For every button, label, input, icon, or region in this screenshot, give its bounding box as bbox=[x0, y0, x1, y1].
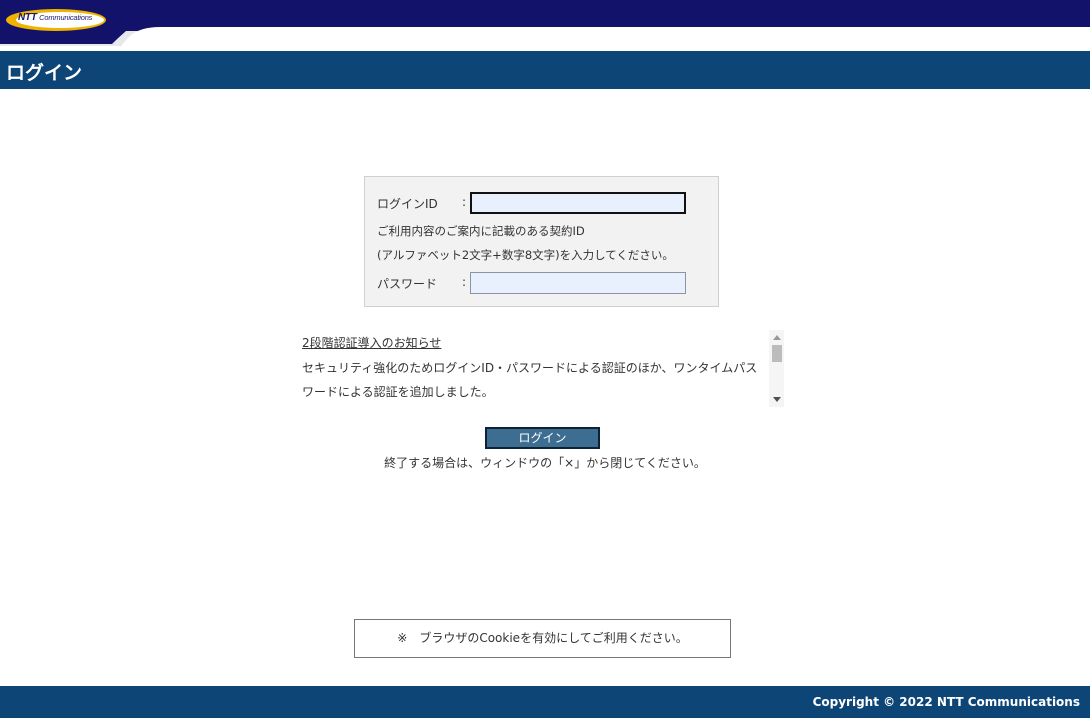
exit-instruction: 終了する場合は、ウィンドウの「×」から閉じてください。 bbox=[384, 456, 706, 470]
brand-banner-graphic bbox=[0, 0, 1090, 46]
login-id-label: ログインID bbox=[377, 197, 438, 211]
login-id-input[interactable] bbox=[470, 192, 686, 214]
page-title: ログイン bbox=[6, 62, 83, 84]
notice-body-text: セキュリティ強化のためログインID・パスワードによる認証のほか、ワンタイムパスワ… bbox=[302, 361, 758, 399]
scroll-up-arrow-icon[interactable] bbox=[773, 335, 781, 340]
login-id-help-line1: ご利用内容のご案内に記載のある契約ID bbox=[377, 224, 585, 238]
notice-panel[interactable]: 2段階認証導入のお知らせ セキュリティ強化のためログインID・パスワードによる認… bbox=[301, 330, 784, 407]
footer: Copyright © 2022 NTT Communications bbox=[0, 686, 1090, 718]
copyright-text: Copyright © 2022 NTT Communications bbox=[812, 695, 1080, 709]
top-brand-bar: NTT Communications bbox=[0, 0, 1090, 50]
login-button[interactable]: ログイン bbox=[485, 427, 600, 449]
password-label: パスワード bbox=[377, 277, 438, 291]
logo-communications-text: Communications bbox=[39, 13, 93, 22]
cookie-notice: ※ ブラウザのCookieを有効にしてご利用ください。 bbox=[354, 619, 731, 658]
password-input[interactable] bbox=[470, 272, 686, 294]
scroll-down-arrow-icon[interactable] bbox=[773, 397, 781, 402]
title-band: ログイン bbox=[0, 51, 1090, 89]
company-logo[interactable]: NTT Communications bbox=[18, 12, 92, 23]
logo-ntt-text: NTT bbox=[18, 12, 37, 23]
login-id-help-line2: (アルファベット2文字+数字8文字)を入力してください。 bbox=[377, 248, 674, 262]
password-colon: : bbox=[462, 275, 467, 289]
two-factor-notice-link[interactable]: 2段階認証導入のお知らせ bbox=[302, 334, 441, 351]
login-id-colon: : bbox=[462, 195, 467, 209]
scroll-thumb[interactable] bbox=[772, 345, 782, 362]
login-form: ログインID : ご利用内容のご案内に記載のある契約ID (アルファベット2文字… bbox=[364, 176, 719, 307]
notice-scrollbar[interactable] bbox=[769, 330, 784, 407]
